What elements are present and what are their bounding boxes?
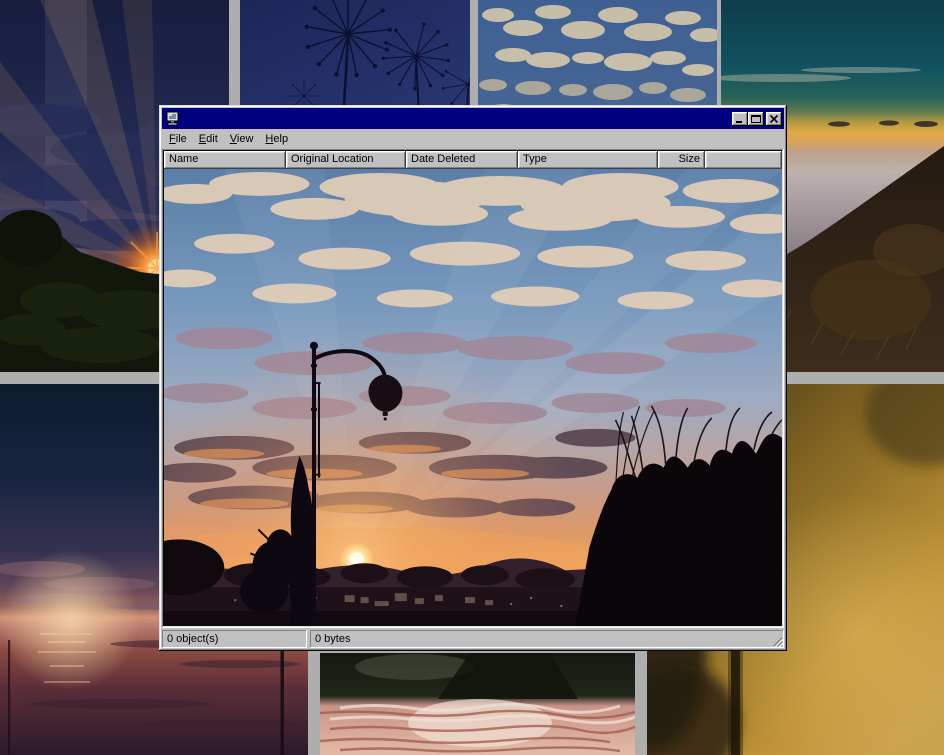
close-icon <box>768 114 780 124</box>
status-total-size: 0 bytes <box>310 630 784 648</box>
maximize-icon <box>750 114 762 124</box>
column-header-original-location[interactable]: Original Location <box>286 151 406 169</box>
column-header-spacer[interactable] <box>705 151 782 169</box>
status-object-count-text: 0 object(s) <box>167 633 218 645</box>
column-header-size[interactable]: Size <box>658 151 705 169</box>
status-total-size-text: 0 bytes <box>315 633 350 645</box>
list-view: NameOriginal LocationDate DeletedTypeSiz… <box>162 149 784 628</box>
background-photo-rippled-reflection <box>320 653 635 755</box>
maximize-button[interactable] <box>748 112 764 126</box>
column-header-row: NameOriginal LocationDate DeletedTypeSiz… <box>164 151 782 169</box>
menu-item-file[interactable]: File <box>163 131 193 148</box>
computer-icon[interactable] <box>165 111 181 126</box>
menu-item-help[interactable]: Help <box>259 131 294 148</box>
minimize-button[interactable] <box>732 112 748 126</box>
menu-item-view[interactable]: View <box>224 131 260 148</box>
minimize-icon <box>734 114 746 124</box>
column-header-type[interactable]: Type <box>518 151 658 169</box>
status-bar: 0 object(s) 0 bytes <box>162 630 784 648</box>
title-bar[interactable] <box>162 108 784 129</box>
list-viewport[interactable] <box>164 169 782 626</box>
close-button[interactable] <box>766 112 782 126</box>
content-photo-sunset-street-lamp <box>164 169 782 626</box>
resize-grip[interactable] <box>771 635 783 647</box>
column-header-date-deleted[interactable]: Date Deleted <box>406 151 518 169</box>
menu-item-edit[interactable]: Edit <box>193 131 224 148</box>
column-header-name[interactable]: Name <box>164 151 286 169</box>
recycle-bin-window: FileEditViewHelp NameOriginal LocationDa… <box>159 105 787 651</box>
menu-bar: FileEditViewHelp <box>162 129 784 149</box>
status-object-count: 0 object(s) <box>162 630 307 648</box>
